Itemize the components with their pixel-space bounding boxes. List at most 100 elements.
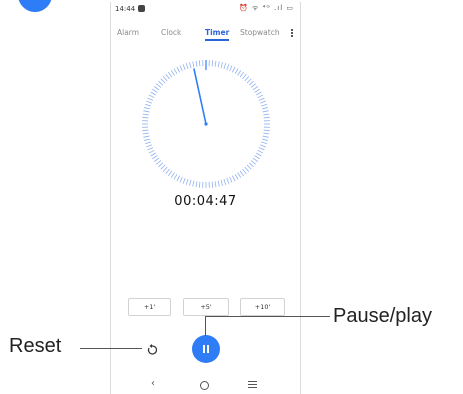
dial-tick: [211, 181, 214, 188]
dial-tick: [248, 80, 254, 86]
dial-tick: [144, 107, 151, 110]
dial-tick: [165, 168, 170, 174]
dial-tick: [229, 65, 233, 72]
more-vert-icon[interactable]: [290, 28, 294, 39]
dial-tick: [153, 86, 160, 91]
dial-tick: [214, 60, 217, 67]
dial-tick: [143, 135, 150, 138]
dial-tick: [217, 61, 220, 68]
dial-tick: [252, 157, 259, 162]
dial-tick: [150, 91, 156, 96]
dial-tick: [142, 129, 149, 132]
dial-tick: [173, 174, 178, 180]
dial-tick: [244, 166, 250, 172]
dial-tick: [252, 86, 259, 91]
dial-tick: [246, 164, 252, 170]
dial-tick: [176, 66, 181, 73]
dial-tick: [146, 144, 152, 148]
dial-tick: [239, 170, 244, 177]
dial-tick: [260, 100, 266, 104]
reset-callout: Reset: [9, 335, 62, 357]
dial-tick: [256, 91, 262, 96]
dial-tick: [189, 62, 192, 69]
back-icon[interactable]: ‹: [151, 378, 155, 389]
dial-tick: [145, 141, 151, 145]
pause-leader-horizontal: [205, 316, 330, 317]
dial-tick: [254, 88, 260, 93]
timer-remaining: 00:04:47: [174, 194, 237, 209]
dial-tick: [165, 74, 170, 80]
dial-tick: [182, 178, 186, 184]
dial-tick: [254, 155, 260, 160]
dial-tick: [217, 180, 220, 187]
dial-tick: [162, 166, 168, 172]
add-10-minutes-button[interactable]: +10': [240, 298, 285, 316]
dial-tick: [168, 170, 173, 177]
dial-tick: [185, 63, 189, 69]
add-1-minute-button[interactable]: +1': [128, 298, 171, 316]
dial-tick: [220, 179, 223, 186]
dial-tick: [261, 141, 267, 145]
tab-stopwatch[interactable]: Stopwatch: [240, 28, 280, 37]
dial-tick: [170, 172, 175, 178]
dial-tick: [147, 97, 154, 101]
recents-icon[interactable]: [248, 381, 257, 390]
tab-alarm[interactable]: Alarm: [117, 28, 139, 37]
dial-tick: [144, 138, 151, 141]
dial-tick: [258, 147, 265, 151]
dial-tick: [150, 152, 156, 157]
dial-tick: [176, 175, 181, 182]
dial-tick: [142, 132, 149, 135]
dial-tick: [182, 64, 186, 70]
add-5-minutes-button[interactable]: +5': [183, 298, 229, 316]
dial-tick: [246, 78, 252, 84]
dial-tick: [261, 107, 268, 110]
dial-tick: [263, 129, 270, 132]
dial-tick: [260, 144, 266, 148]
reset-leader-line: [80, 348, 142, 349]
dial-tick: [142, 116, 149, 119]
dial-tick: [146, 100, 152, 104]
dial-tick: [156, 83, 162, 88]
dial-tick: [256, 152, 262, 157]
dial-tick: [257, 149, 264, 154]
dial-tick: [262, 110, 269, 113]
dial-tick: [145, 103, 151, 107]
dial-tick: [263, 116, 270, 119]
dial-tick: [226, 64, 230, 70]
dial-tick: [244, 76, 250, 82]
dial-tick: [257, 94, 264, 99]
dial-tick: [185, 179, 189, 185]
dial-tick: [229, 176, 233, 183]
pause-play-button[interactable]: [192, 335, 220, 363]
tab-bar: Alarm Clock Timer Stopwatch: [111, 28, 300, 44]
dial-tick: [231, 66, 236, 73]
dial-tick: [192, 180, 195, 187]
dial-tick: [198, 60, 201, 67]
dial-tick: [195, 60, 198, 67]
dial-tick: [156, 160, 162, 165]
dial-tick: [189, 179, 192, 186]
tab-timer[interactable]: Timer: [205, 28, 230, 41]
dial-tick: [258, 97, 265, 101]
dial-tick: [261, 138, 268, 141]
home-icon[interactable]: [200, 381, 209, 390]
dial-tick: [263, 132, 270, 135]
dial-tick: [152, 88, 158, 93]
dial-tick: [220, 62, 223, 69]
dial-tick: [261, 103, 267, 107]
dial-tick: [148, 94, 155, 99]
pause-leader-vertical: [205, 316, 206, 336]
dial-tick: [223, 179, 227, 185]
dial-tick: [263, 113, 270, 116]
dial-tick: [234, 68, 239, 74]
dial-tick: [234, 174, 239, 180]
dial-tick: [198, 181, 201, 188]
notification-icon: [138, 5, 145, 12]
hand-pivot: [204, 122, 208, 126]
reset-icon[interactable]: [145, 343, 159, 357]
dial-tick: [143, 110, 150, 113]
dial-tick: [223, 63, 227, 69]
tab-clock[interactable]: Clock: [161, 28, 181, 37]
dial-tick: [242, 168, 247, 174]
